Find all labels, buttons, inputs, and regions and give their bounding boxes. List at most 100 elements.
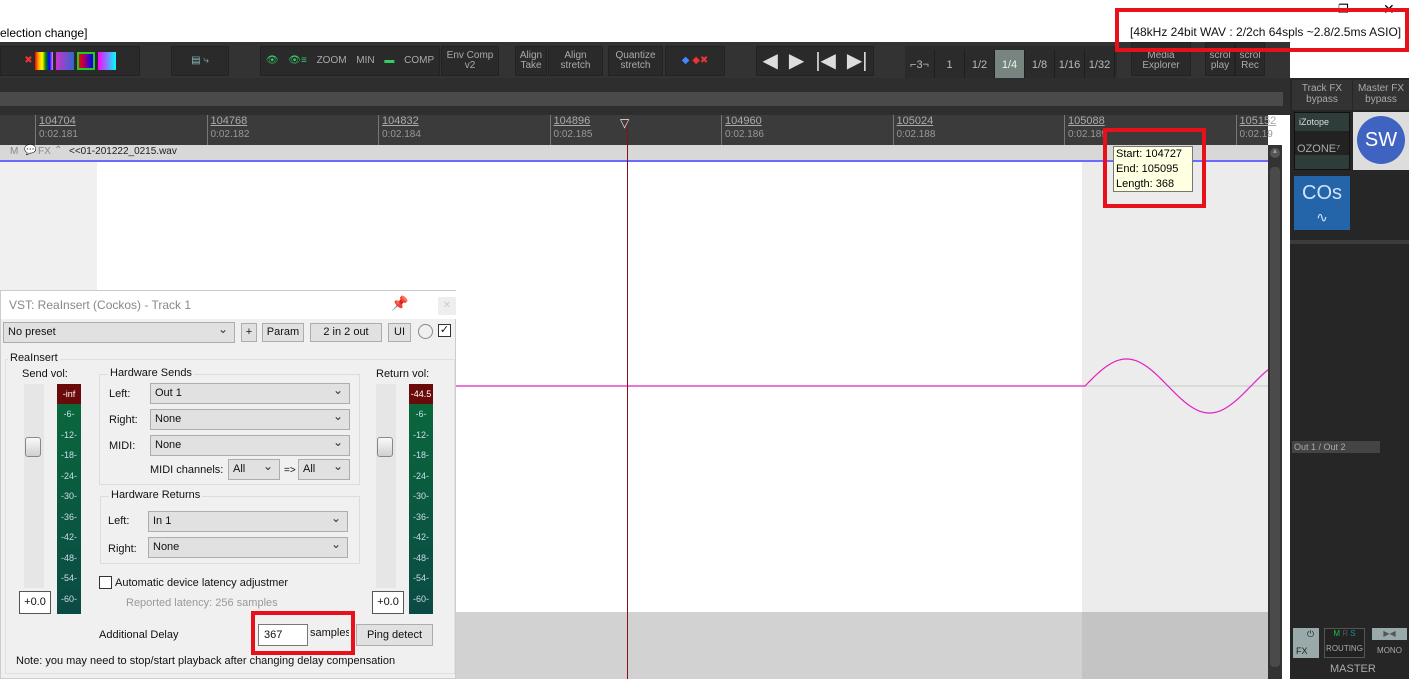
mute-button[interactable]: M [10, 146, 18, 157]
return-vol-fader[interactable] [376, 384, 396, 588]
param-button[interactable]: Param [262, 323, 304, 342]
send-fader-knob[interactable] [25, 437, 41, 457]
grid-division-group: ⌐3¬ 1 1/2 1/4 1/8 1/16 1/32 [905, 46, 1117, 80]
send-peak[interactable]: -inf [57, 384, 81, 404]
ruler-tick: 105088 0:02.189 [1064, 115, 1107, 145]
grid-triplet-button[interactable]: ⌐3¬ [905, 50, 935, 80]
min-envelope-label[interactable]: MIN [356, 56, 374, 66]
auto-latency-checkbox[interactable] [99, 576, 112, 589]
color-paint-icon[interactable] [56, 52, 75, 70]
fx-label: FX [1296, 646, 1308, 656]
playhead-marker-icon[interactable]: ▽ [620, 116, 629, 130]
ozone-plugin-tile[interactable]: iZotope OZONE⁷ [1294, 112, 1350, 170]
track-layout-buttons[interactable]: ▤ ⤷ [171, 46, 229, 76]
send-vol-value[interactable]: +0.0 [19, 591, 51, 614]
master-rec[interactable]: R [1342, 629, 1348, 638]
envelope-tools[interactable]: 👁 👁≡ ZOOM MIN ▬ COMP [260, 46, 440, 76]
color-tools-group[interactable]: ✖ [0, 46, 140, 76]
jump-start-icon[interactable]: |◀ [815, 51, 836, 71]
return-vol-value[interactable]: +0.0 [372, 591, 404, 614]
item-fx-button[interactable]: FX [38, 146, 51, 157]
mono-button[interactable]: ▶◀ MONO [1372, 628, 1407, 658]
return-left-dropdown[interactable]: In 1 [148, 509, 348, 532]
ruler-tick: 104704 0:02.181 [35, 115, 78, 145]
stretch-marker-icon[interactable]: ◆ [682, 56, 690, 66]
show-all-envelopes-icon[interactable]: 👁≡ [288, 56, 307, 66]
transport-nav[interactable]: ◀ ▶ |◀ ▶| [756, 46, 874, 76]
routing-button[interactable]: M R S ROUTING [1324, 628, 1365, 658]
align-stretch-button[interactable]: Align stretch [548, 46, 603, 76]
return-peak[interactable]: -44.5 [409, 384, 433, 404]
previous-icon[interactable]: ◀ [763, 51, 778, 71]
comment-icon[interactable]: 💬 [24, 145, 36, 156]
meter-mark: -36- [60, 511, 77, 522]
envelope-icon[interactable]: ⌃ [54, 145, 62, 156]
grid-1-2-button[interactable]: 1/2 [965, 50, 995, 80]
sw-plugin-tile[interactable]: SW [1353, 112, 1409, 170]
grid-1-button[interactable]: 1 [935, 50, 965, 80]
track-fx-bypass-button[interactable]: Track FX bypass [1292, 80, 1352, 110]
highlight-status [1115, 8, 1409, 52]
remove-stretch-marker-icon[interactable]: ◆✖ [692, 56, 708, 66]
comp-label[interactable]: COMP [404, 56, 434, 66]
master-fx-button[interactable]: ⏻ FX [1293, 628, 1319, 658]
send-vol-fader[interactable] [24, 384, 44, 588]
enable-checkbox[interactable]: ✓ [438, 324, 451, 337]
add-preset-button[interactable]: + [241, 323, 257, 342]
return-right-dropdown[interactable]: None [148, 535, 348, 558]
tick-samples: 104832 [382, 115, 419, 127]
meter-mark: -24- [412, 470, 429, 481]
quantize-stretch-button[interactable]: Quantize stretch [608, 46, 663, 76]
align-take-button[interactable]: Align Take [515, 46, 547, 76]
timeline-ruler[interactable]: 104704 0:02.181 104768 0:02.182 104832 0:02.1… [0, 115, 1276, 145]
jump-end-icon[interactable]: ▶| [847, 51, 868, 71]
pin-icon[interactable]: 📌 [391, 295, 408, 312]
master-solo[interactable]: S [1350, 629, 1355, 638]
track-item-header[interactable]: M 💬 FX ⌃ <<01-201222_0215.wav [0, 145, 1268, 160]
cos-plugin-tile[interactable]: COs ∿ [1294, 176, 1350, 230]
close-icon[interactable]: ✕ [438, 297, 456, 315]
next-icon[interactable]: ▶ [789, 51, 804, 71]
ui-button[interactable]: UI [388, 323, 411, 342]
show-envelope-icon[interactable]: 👁 [266, 56, 279, 66]
layout-icon[interactable]: ▤ ⤷ [191, 56, 209, 66]
output-selector[interactable]: Out 1 / Out 2 [1292, 441, 1380, 453]
scroll-up-icon[interactable]: ▲ [1270, 148, 1280, 158]
grid-1-32-button[interactable]: 1/32 [1085, 50, 1115, 80]
scrollbar-thumb[interactable] [1270, 167, 1280, 667]
envelope-lanes-icon[interactable]: ▬ [384, 56, 394, 66]
send-left-dropdown[interactable]: Out 1 [150, 381, 350, 404]
auto-latency-label[interactable]: Automatic device latency adjustmer [115, 577, 288, 589]
master-fx-bypass-button[interactable]: Master FX bypass [1353, 80, 1409, 110]
midi-channel-from-dropdown[interactable]: All [228, 457, 280, 480]
tick-time: 0:02.186 [725, 129, 764, 140]
grid-1-8-button[interactable]: 1/8 [1025, 50, 1055, 80]
ping-detect-button[interactable]: Ping detect [356, 624, 433, 646]
region-lane[interactable] [0, 92, 1283, 106]
meter-mark: -18- [60, 450, 77, 460]
midi-channel-to-dropdown[interactable]: All [298, 457, 350, 480]
stretch-marker-tools[interactable]: ◆ ◆✖ [665, 46, 725, 76]
ozone-logo: OZONE⁷ [1295, 131, 1349, 155]
zoom-envelope-label[interactable]: ZOOM [317, 56, 347, 66]
send-right-dropdown[interactable]: None [150, 407, 350, 430]
plugin-titlebar[interactable]: VST: ReaInsert (Cockos) - Track 1 📌 ✕ [1, 291, 457, 319]
master-mute[interactable]: M [1333, 629, 1340, 638]
io-routing-button[interactable]: 2 in 2 out [310, 323, 382, 342]
preset-dropdown[interactable]: No preset [3, 320, 235, 343]
env-comp-button[interactable]: Env Comp v2 [441, 46, 499, 76]
grid-1-4-button[interactable]: 1/4 [995, 50, 1025, 80]
random-colors-icon[interactable] [35, 52, 54, 70]
fx-divider[interactable] [1290, 240, 1409, 244]
playhead[interactable] [627, 120, 628, 679]
vertical-scrollbar[interactable]: ▲ [1268, 145, 1282, 679]
meter-mark: -60- [60, 593, 77, 604]
wet-knob[interactable] [418, 324, 433, 339]
color-children-icon[interactable] [97, 52, 116, 70]
meter-mark: -18- [412, 450, 429, 460]
send-midi-dropdown[interactable]: None [150, 433, 350, 456]
gradient-color-icon[interactable] [76, 52, 95, 70]
return-fader-knob[interactable] [377, 437, 393, 457]
color-remove-icon[interactable]: ✖ [24, 56, 32, 66]
grid-1-16-button[interactable]: 1/16 [1055, 50, 1085, 80]
